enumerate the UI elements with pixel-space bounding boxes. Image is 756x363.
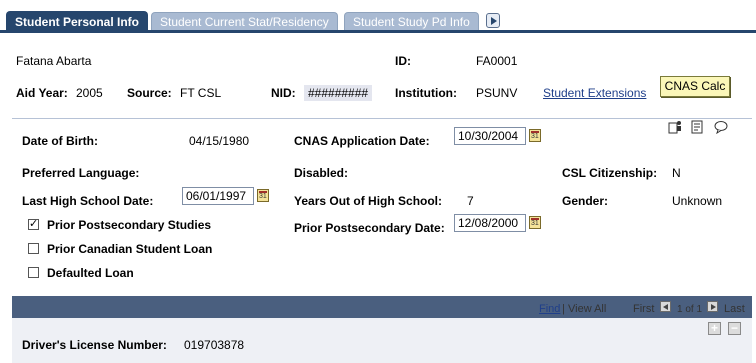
last-high-school-date-field[interactable]: 06/01/1997 (182, 187, 254, 205)
id-value: FA0001 (476, 54, 518, 68)
prior-postsecondary-date-field[interactable]: 12/08/2000 (454, 214, 526, 232)
gender-label: Gender: (562, 194, 609, 208)
preferred-language-label: Preferred Language: (22, 166, 140, 180)
last-label: Last (724, 303, 745, 315)
previous-row-icon[interactable] (660, 301, 671, 312)
dob-label: Date of Birth: (22, 134, 98, 148)
section-divider (12, 118, 752, 119)
defaulted-loan-checkbox[interactable] (28, 267, 39, 278)
next-row-icon[interactable] (707, 301, 718, 312)
grid-nav-separator: | (562, 303, 565, 315)
aid-year-label: Aid Year: (16, 86, 68, 100)
tab-student-study-pd-info[interactable]: Student Study Pd Info (344, 12, 479, 30)
disabled-label: Disabled: (294, 166, 349, 180)
institution-label: Institution: (395, 86, 457, 100)
calendar-icon[interactable] (529, 216, 541, 229)
view-all-link[interactable]: View All (568, 303, 606, 315)
find-link[interactable]: Find (539, 303, 560, 315)
id-label: ID: (395, 54, 411, 68)
prior-canadian-student-loan-label: Prior Canadian Student Loan (47, 242, 213, 256)
cnas-application-date-field[interactable]: 10/30/2004 (454, 127, 526, 145)
last-high-school-date-label: Last High School Date: (22, 194, 154, 208)
report-icon[interactable] (690, 120, 704, 134)
gender-value: Unknown (672, 194, 723, 208)
source-value: FT CSL (180, 86, 222, 100)
dob-value: 04/15/1980 (189, 134, 250, 148)
remove-row-button[interactable]: − (728, 322, 741, 335)
first-label: First (633, 303, 655, 315)
years-out-value: 7 (467, 194, 474, 208)
tab-divider (0, 30, 756, 33)
next-tabs-icon[interactable] (486, 13, 500, 28)
years-out-label: Years Out of High School: (294, 194, 443, 208)
prior-postsecondary-studies-label: Prior Postsecondary Studies (47, 218, 212, 232)
tab-student-current-stat-residency[interactable]: Student Current Stat/Residency (151, 12, 338, 30)
csl-citizenship-value: N (672, 166, 681, 180)
drivers-license-label: Driver's License Number: (22, 338, 167, 352)
cnas-application-date-label: CNAS Application Date: (294, 134, 430, 148)
nid-value: ######### (304, 85, 373, 101)
student-extensions-link[interactable]: Student Extensions (543, 86, 646, 100)
nid-label: NID: (271, 86, 296, 100)
notepad-person-icon[interactable] (668, 120, 682, 134)
source-label: Source: (127, 86, 172, 100)
tab-student-personal-info[interactable]: Student Personal Info (6, 11, 149, 31)
comment-bubble-icon[interactable] (714, 120, 728, 135)
row-range-label: 1 of 1 (677, 304, 703, 315)
institution-value: PSUNV (476, 86, 518, 100)
prior-postsecondary-date-label: Prior Postsecondary Date: (294, 221, 445, 235)
csl-citizenship-label: CSL Citizenship: (562, 166, 658, 180)
cnas-calc-button[interactable]: CNAS Calc (660, 76, 730, 97)
calendar-icon[interactable] (529, 129, 541, 142)
defaulted-loan-label: Defaulted Loan (47, 266, 134, 280)
drivers-license-value: 019703878 (184, 338, 245, 352)
add-row-button[interactable]: + (708, 322, 721, 335)
student-name: Fatana Abarta (16, 54, 92, 68)
aid-year-value: 2005 (76, 86, 103, 100)
prior-canadian-student-loan-checkbox[interactable] (28, 243, 39, 254)
prior-postsecondary-studies-checkbox[interactable]: ✓ (28, 219, 39, 230)
calendar-icon[interactable] (257, 189, 269, 202)
